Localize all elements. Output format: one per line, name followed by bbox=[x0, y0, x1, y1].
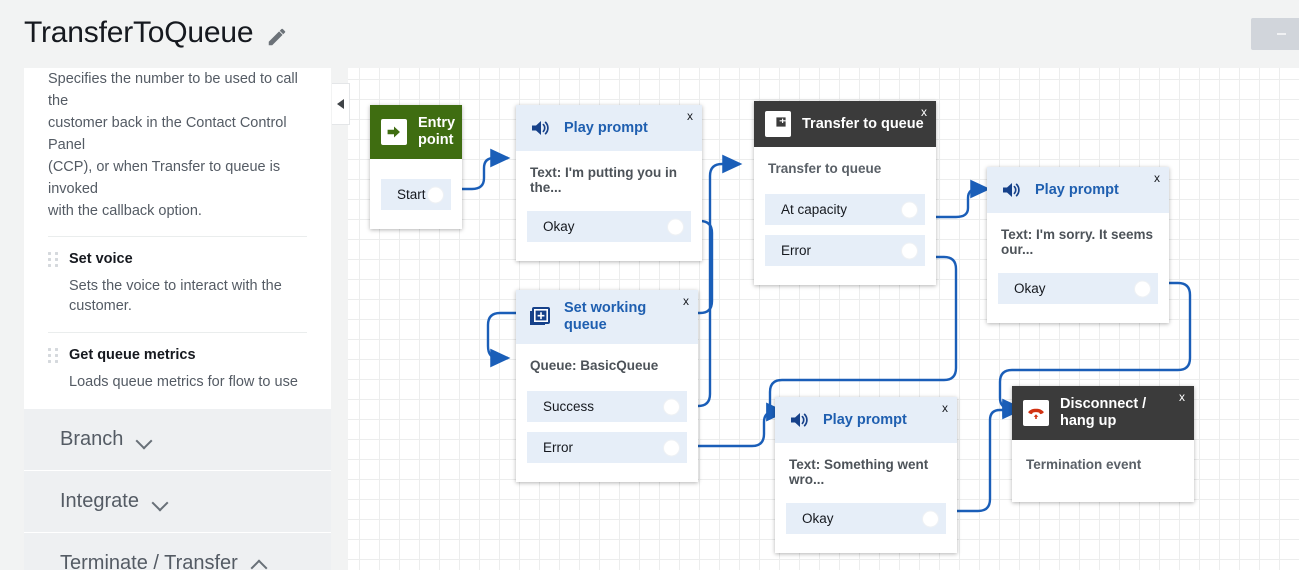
node-body-text: Text: I'm sorry. It seems our... bbox=[987, 213, 1169, 273]
arrow-right-box-icon bbox=[381, 119, 407, 145]
port-label: Okay bbox=[1014, 281, 1046, 296]
port-label: Start bbox=[397, 187, 426, 202]
sidebar-section-label: Branch bbox=[60, 428, 124, 450]
sidebar-item-description: Loads queue metrics for flow to use bbox=[69, 374, 298, 390]
sidebar-section-terminate-transfer[interactable]: Terminate / Transfer bbox=[24, 532, 331, 570]
node-header: Set working queue x bbox=[516, 290, 698, 344]
desc-line-2: customer back in the Contact Control Pan… bbox=[48, 115, 287, 153]
speaker-icon bbox=[527, 115, 553, 141]
sidebar-item-set-voice[interactable]: Set voice Sets the voice to interact wit… bbox=[24, 237, 331, 332]
node-body-text: Text: Something went wro... bbox=[775, 443, 957, 503]
port-label: Okay bbox=[802, 511, 834, 526]
node-port-success[interactable]: Success bbox=[527, 391, 687, 422]
port-connector[interactable] bbox=[663, 398, 680, 415]
speaker-icon bbox=[786, 407, 812, 433]
app-header: TransferToQueue bbox=[0, 0, 1299, 68]
close-icon[interactable]: x bbox=[921, 106, 927, 118]
node-title: Play prompt bbox=[1035, 181, 1119, 198]
node-header: Transfer to queue x bbox=[754, 101, 936, 147]
desc-line-3: (CCP), or when Transfer to queue is invo… bbox=[48, 159, 281, 197]
node-body-text: Termination event bbox=[1012, 440, 1194, 502]
node-header: Play prompt x bbox=[987, 167, 1169, 213]
node-port-error[interactable]: Error bbox=[765, 235, 925, 266]
port-connector[interactable] bbox=[427, 186, 444, 203]
port-label: At capacity bbox=[781, 202, 848, 217]
node-body-text: Queue: BasicQueue bbox=[516, 344, 698, 391]
node-transfer-to-queue[interactable]: Transfer to queue x Transfer to queue At… bbox=[754, 101, 936, 285]
port-connector[interactable] bbox=[1134, 280, 1151, 297]
node-header: Play prompt x bbox=[775, 397, 957, 443]
node-body-text: Text: I'm putting you in the... bbox=[516, 151, 702, 211]
queue-plus-icon bbox=[527, 304, 553, 330]
sidebar-item-description: Sets the voice to interact with the cust… bbox=[69, 278, 282, 314]
node-body-text: Transfer to queue bbox=[754, 147, 936, 194]
collapse-panel-button[interactable] bbox=[332, 83, 350, 125]
wire-prompt3-to-disconnect bbox=[949, 400, 1023, 513]
port-connector[interactable] bbox=[901, 201, 918, 218]
node-port-okay[interactable]: Okay bbox=[786, 503, 946, 534]
close-icon[interactable]: x bbox=[1154, 172, 1160, 184]
node-title: Set working queue bbox=[564, 300, 647, 333]
header-action-glyph bbox=[1276, 33, 1286, 35]
header-action-button[interactable] bbox=[1251, 18, 1299, 50]
flow-blocks-panel[interactable]: Specifies the number to be used to call … bbox=[24, 68, 331, 570]
sidebar-item-label: Get queue metrics bbox=[69, 347, 196, 363]
close-icon[interactable]: x bbox=[1179, 391, 1185, 403]
sidebar-section-label: Integrate bbox=[60, 490, 139, 512]
node-header: Entry point bbox=[370, 105, 462, 159]
close-icon[interactable]: x bbox=[687, 110, 693, 122]
caret-left-icon bbox=[337, 99, 344, 109]
flow-canvas[interactable]: Entry point Start Play prompt x Text: I'm… bbox=[348, 68, 1299, 570]
sidebar-section-integrate[interactable]: Integrate bbox=[24, 470, 331, 532]
close-icon[interactable]: x bbox=[942, 402, 948, 414]
port-label: Error bbox=[543, 440, 573, 455]
drag-handle-icon[interactable] bbox=[48, 251, 59, 267]
port-connector[interactable] bbox=[667, 218, 684, 235]
port-connector[interactable] bbox=[901, 242, 918, 259]
node-entry-point[interactable]: Entry point Start bbox=[370, 105, 462, 229]
node-title: Play prompt bbox=[823, 411, 907, 428]
transfer-queue-icon bbox=[765, 111, 791, 137]
node-play-prompt-2[interactable]: Play prompt x Text: I'm sorry. It seems … bbox=[987, 167, 1169, 323]
drag-handle-icon[interactable] bbox=[48, 347, 59, 363]
panel-truncated-description: Specifies the number to be used to call … bbox=[24, 68, 331, 236]
port-connector[interactable] bbox=[922, 510, 939, 527]
port-label: Error bbox=[781, 243, 811, 258]
port-label: Okay bbox=[543, 219, 575, 234]
node-port-at-capacity[interactable]: At capacity bbox=[765, 194, 925, 225]
node-title: Entry point bbox=[418, 115, 456, 148]
chevron-down-icon bbox=[153, 494, 168, 509]
node-title: Transfer to queue bbox=[802, 115, 924, 132]
node-play-prompt-1[interactable]: Play prompt x Text: I'm putting you in t… bbox=[516, 105, 702, 261]
node-port-okay[interactable]: Okay bbox=[527, 211, 691, 242]
desc-line-4: with the callback option. bbox=[48, 203, 202, 219]
node-port-start[interactable]: Start bbox=[381, 179, 451, 210]
sidebar-section-label: Terminate / Transfer bbox=[60, 552, 238, 570]
desc-line-1: Specifies the number to be used to call … bbox=[48, 71, 298, 109]
node-port-error[interactable]: Error bbox=[527, 432, 687, 463]
chevron-up-icon bbox=[252, 556, 267, 570]
sidebar-section-branch[interactable]: Branch bbox=[24, 408, 331, 470]
phone-hangup-icon bbox=[1023, 400, 1049, 426]
port-label: Success bbox=[543, 399, 595, 414]
node-header: Play prompt x bbox=[516, 105, 702, 151]
sidebar-item-get-queue-metrics[interactable]: Get queue metrics Loads queue metrics fo… bbox=[24, 333, 331, 408]
pencil-icon bbox=[266, 26, 288, 48]
sidebar-item-label: Set voice bbox=[69, 251, 133, 267]
node-port-okay[interactable]: Okay bbox=[998, 273, 1158, 304]
node-disconnect-hang-up[interactable]: Disconnect / hang up x Termination event bbox=[1012, 386, 1194, 502]
node-set-working-queue[interactable]: Set working queue x Queue: BasicQueue Su… bbox=[516, 290, 698, 482]
speaker-icon bbox=[998, 177, 1024, 203]
page-title: TransferToQueue bbox=[24, 16, 254, 49]
node-header: Disconnect / hang up x bbox=[1012, 386, 1194, 440]
port-connector[interactable] bbox=[663, 439, 680, 456]
node-title: Play prompt bbox=[564, 119, 648, 136]
edit-title-button[interactable] bbox=[264, 24, 290, 50]
node-title: Disconnect / hang up bbox=[1060, 396, 1147, 429]
node-play-prompt-3[interactable]: Play prompt x Text: Something went wro..… bbox=[775, 397, 957, 553]
chevron-down-icon bbox=[137, 432, 152, 447]
close-icon[interactable]: x bbox=[683, 295, 689, 307]
